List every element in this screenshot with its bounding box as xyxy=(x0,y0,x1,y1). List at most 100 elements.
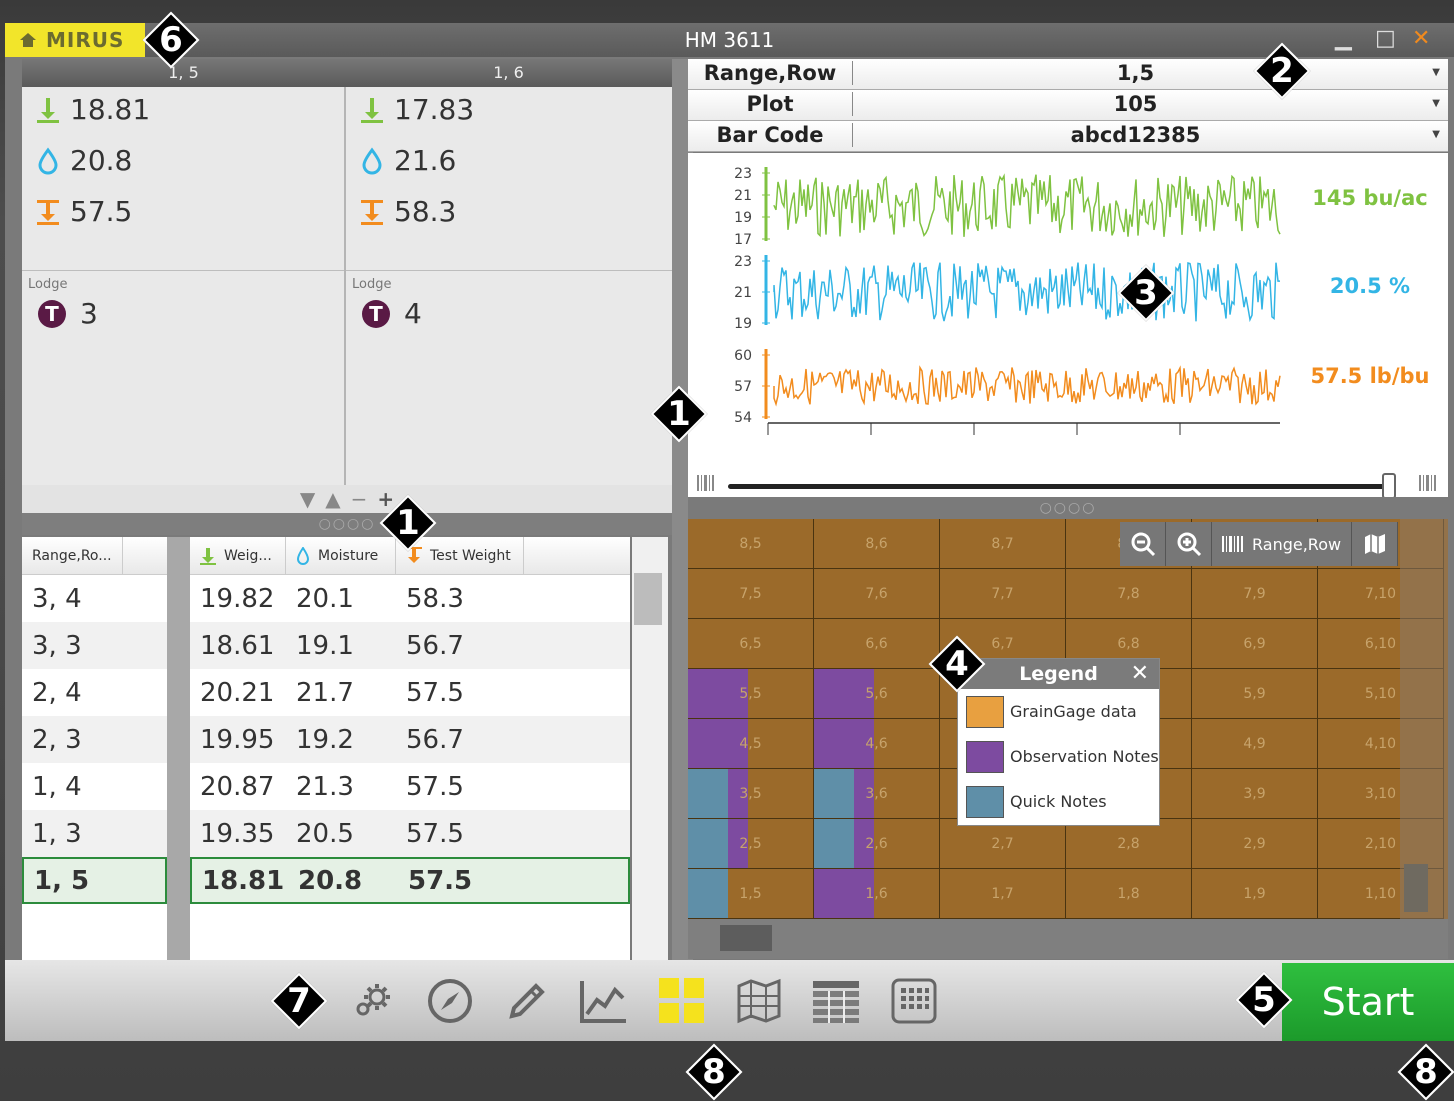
dropdown-arrow-icon[interactable]: ▼ xyxy=(1432,129,1440,140)
axis-tick-label: 19 xyxy=(734,316,752,332)
field-range-row[interactable]: Range,Row 1,5 ▼ xyxy=(688,59,1448,90)
map-cell[interactable]: 6,6 xyxy=(814,619,940,669)
map-cell[interactable]: 5,6 xyxy=(814,669,940,719)
zoom-in-icon[interactable] xyxy=(1166,522,1212,566)
map-cell[interactable]: 2,6 xyxy=(814,819,940,869)
map-cell[interactable]: 7,9 xyxy=(1192,569,1318,619)
field-bar-code[interactable]: Bar Code abcd12385 ▼ xyxy=(688,121,1448,152)
table-row[interactable]: 18.61 19.1 56.7 xyxy=(190,622,630,669)
scrollbar-thumb[interactable] xyxy=(634,573,662,625)
map-cell[interactable]: 1,9 xyxy=(1192,869,1318,919)
column-header-weight[interactable]: Weig... xyxy=(190,536,286,575)
map-cell[interactable]: 8,7 xyxy=(940,519,1066,569)
table-scrollbar[interactable] xyxy=(632,537,668,960)
map-cell-label: 3,5 xyxy=(739,786,762,802)
map-cell[interactable]: 1,7 xyxy=(940,869,1066,919)
table-row[interactable]: 18.81 20.8 57.5 xyxy=(190,857,630,904)
map-cell[interactable]: 6,5 xyxy=(688,619,814,669)
table-splitter[interactable] xyxy=(167,537,190,960)
table-row[interactable]: 20.21 21.7 57.5 xyxy=(190,669,630,716)
dropdown-arrow-icon[interactable]: ▼ xyxy=(1432,98,1440,109)
table-row[interactable]: 19.35 20.5 57.5 xyxy=(190,810,630,857)
slider-track[interactable] xyxy=(728,484,1388,489)
table-row[interactable]: 20.87 21.3 57.5 xyxy=(190,763,630,810)
map-label-mode-button[interactable]: Range,Row xyxy=(1212,522,1353,566)
horizontal-splitter[interactable]: ○○○○ xyxy=(22,513,672,535)
test-weight-cell: 56.7 xyxy=(406,724,464,755)
map-cell[interactable]: 3,6 xyxy=(814,769,940,819)
map-cell[interactable]: 1,5 xyxy=(688,869,814,919)
map-view-icon[interactable] xyxy=(1352,522,1399,566)
compass-icon[interactable] xyxy=(425,976,475,1026)
table-row[interactable]: 19.95 19.2 56.7 xyxy=(190,716,630,763)
pencil-icon[interactable] xyxy=(502,976,552,1026)
map-cell[interactable]: 8,6 xyxy=(814,519,940,569)
table-icon[interactable] xyxy=(811,976,861,1026)
map-cell[interactable]: 2,7 xyxy=(940,819,1066,869)
test-weight-icon xyxy=(37,199,59,225)
zoom-out-button[interactable]: − xyxy=(351,487,368,511)
map-cell[interactable]: 1,8 xyxy=(1066,869,1192,919)
table-row[interactable]: 1, 3 xyxy=(22,810,167,857)
plot-card[interactable]: 17.83 21.6 58.3 Lodge T 4 xyxy=(345,87,672,515)
chart-icon[interactable] xyxy=(579,976,629,1026)
callout-marker: 4 xyxy=(928,635,986,693)
zoom-out-icon[interactable] xyxy=(1120,522,1166,566)
map-cell[interactable]: 2,5 xyxy=(688,819,814,869)
table-row[interactable]: 3, 3 xyxy=(22,622,167,669)
map-cell[interactable]: 7,8 xyxy=(1066,569,1192,619)
close-button[interactable]: ✕ xyxy=(1412,26,1430,51)
map-cell-label: 7,5 xyxy=(739,586,762,602)
axis-tick-label: 21 xyxy=(734,285,752,301)
map-cell[interactable]: 7,5 xyxy=(688,569,814,619)
test-weight-value: 58.3 xyxy=(394,195,457,228)
map-hscrollbar[interactable] xyxy=(688,919,1448,959)
map-cell[interactable]: 4,5 xyxy=(688,719,814,769)
dropdown-arrow-icon[interactable]: ▼ xyxy=(1432,67,1440,78)
weight-cell: 18.61 xyxy=(200,630,275,661)
slider-knob[interactable] xyxy=(1382,473,1396,499)
settings-icon[interactable] xyxy=(347,976,397,1026)
map-cell[interactable]: 7,6 xyxy=(814,569,940,619)
scrollbar-thumb[interactable] xyxy=(720,925,772,951)
window-title: HM 3611 xyxy=(684,28,775,52)
map-scrollbar[interactable] xyxy=(1400,519,1448,919)
map-cell[interactable]: 4,9 xyxy=(1192,719,1318,769)
plot-card[interactable]: 18.81 20.8 57.5 Lodge T 3 xyxy=(22,87,345,515)
map-cell[interactable]: 1,6 xyxy=(814,869,940,919)
field-plot[interactable]: Plot 105 ▼ xyxy=(688,90,1448,121)
minimize-button[interactable]: ▁ xyxy=(1335,26,1352,51)
grid-view-icon[interactable] xyxy=(657,976,707,1026)
map-cell[interactable]: 8,5 xyxy=(688,519,814,569)
scrollbar-thumb[interactable] xyxy=(1404,864,1428,912)
map-cell[interactable]: 3,5 xyxy=(688,769,814,819)
table-row[interactable]: 19.82 20.1 58.3 xyxy=(190,575,630,622)
map-cell[interactable]: 7,7 xyxy=(940,569,1066,619)
map-cell[interactable]: 4,6 xyxy=(814,719,940,769)
start-button[interactable]: Start xyxy=(1282,963,1454,1041)
range-row-table: Range,Ro... 3, 4 3, 3 2, 4 2, 3 1, 4 1, 3 1, 5 xyxy=(22,536,167,960)
map-cell[interactable]: 2,8 xyxy=(1066,819,1192,869)
column-header-range-row[interactable]: Range,Ro... xyxy=(22,536,123,575)
field-label: Bar Code xyxy=(688,123,853,147)
cards-toolbar: ▼ ▲ − + xyxy=(22,485,672,513)
test-weight-cell: 57.5 xyxy=(406,677,464,708)
table-row[interactable]: 1, 5 xyxy=(22,857,167,904)
table-row[interactable]: 1, 4 xyxy=(22,763,167,810)
map-cell-label: 1,10 xyxy=(1364,886,1397,902)
map-cell[interactable]: 3,9 xyxy=(1192,769,1318,819)
horizontal-splitter[interactable]: ○○○○ xyxy=(688,497,1448,519)
table-row[interactable]: 2, 4 xyxy=(22,669,167,716)
map-cell[interactable]: 6,9 xyxy=(1192,619,1318,669)
keypad-icon[interactable] xyxy=(889,976,939,1026)
table-row[interactable]: 3, 4 xyxy=(22,575,167,622)
map-cell[interactable]: 5,5 xyxy=(688,669,814,719)
legend-close-button[interactable]: ✕ xyxy=(1131,659,1149,689)
maximize-button[interactable]: □ xyxy=(1375,26,1396,51)
table-row[interactable]: 2, 3 xyxy=(22,716,167,763)
map-cell[interactable]: 5,9 xyxy=(1192,669,1318,719)
scroll-up-button[interactable]: ▲ xyxy=(325,487,340,511)
scroll-down-button[interactable]: ▼ xyxy=(300,487,315,511)
map-icon[interactable] xyxy=(734,976,784,1026)
map-cell[interactable]: 2,9 xyxy=(1192,819,1318,869)
